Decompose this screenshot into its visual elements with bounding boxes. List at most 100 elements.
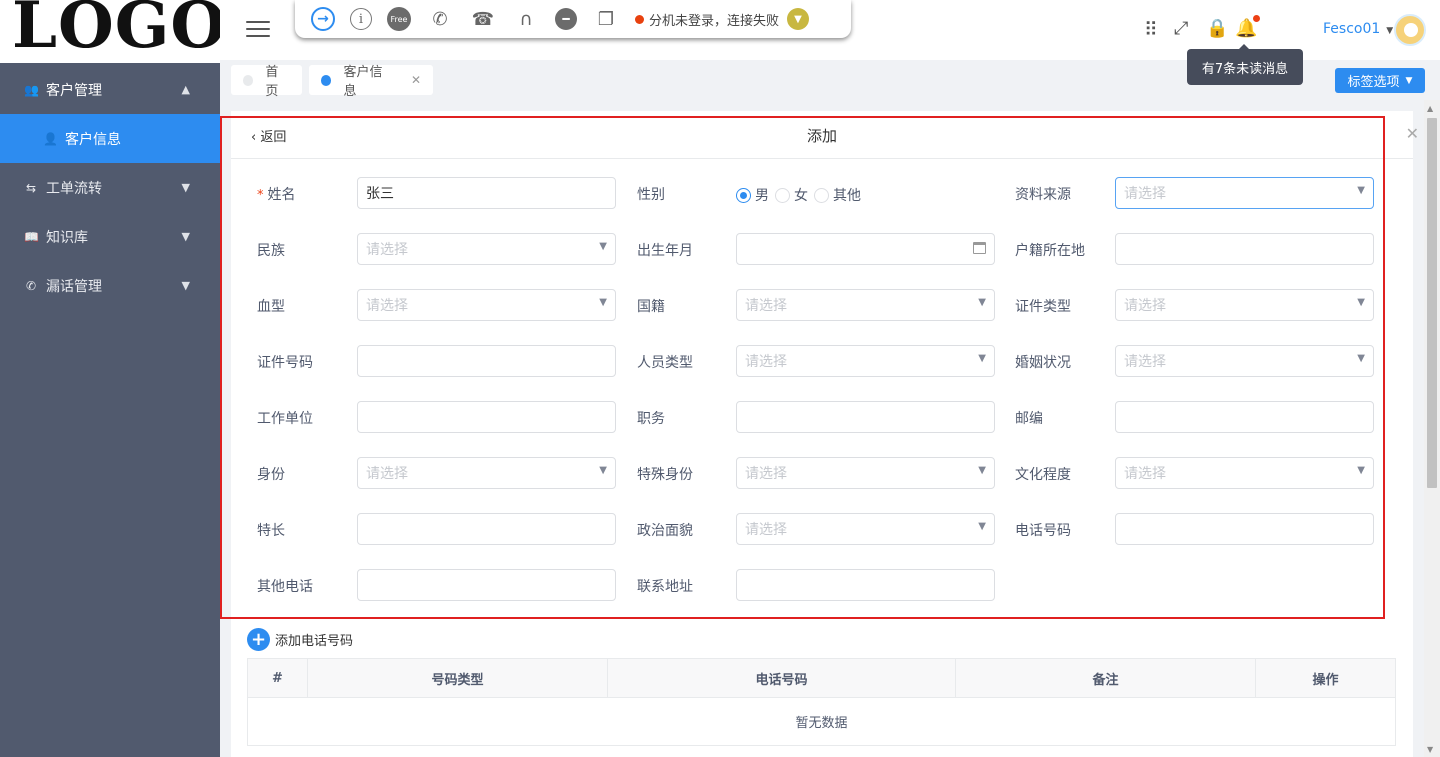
blood-type-select[interactable]: 请选择 ▼ — [357, 289, 616, 321]
notification-badge — [1253, 15, 1260, 22]
person-type-select[interactable]: 请选择 ▼ — [736, 345, 995, 377]
column-header: 号码类型 — [308, 659, 608, 697]
scroll-up-icon[interactable]: ▲ — [1427, 104, 1433, 113]
name-input[interactable]: 张三 — [357, 177, 616, 209]
id-type-select[interactable]: 请选择 ▼ — [1115, 289, 1374, 321]
scroll-down-icon[interactable]: ▼ — [1427, 745, 1433, 754]
address-input[interactable] — [736, 569, 995, 601]
add-phone-label: 添加电话号码 — [275, 634, 354, 649]
table-header: # 号码类型 电话号码 备注 操作 — [248, 659, 1395, 698]
column-header: # — [248, 659, 308, 697]
chevron-down-icon: ▼ — [181, 181, 190, 194]
lock-icon[interactable]: 🔒 — [1206, 18, 1228, 39]
scrollbar-thumb[interactable] — [1427, 118, 1437, 488]
identity-select[interactable]: 请选择 ▼ — [357, 457, 616, 489]
sidebar-item-knowledge-base[interactable]: 📖 知识库 ▼ — [0, 212, 220, 261]
call-icon[interactable]: ✆ — [426, 5, 454, 33]
chevron-down-icon: ▼ — [181, 230, 190, 243]
other-phone-input[interactable] — [357, 569, 616, 601]
headset-icon[interactable]: ∩ — [512, 5, 540, 33]
nationality-label: 国籍 — [637, 296, 665, 316]
political-status-select[interactable]: 请选择 ▼ — [736, 513, 995, 545]
gender-option[interactable]: 女 — [775, 185, 808, 205]
tab-customer-info[interactable]: 客户信息 ✕ — [309, 65, 433, 99]
field-label-text: 出生年月 — [637, 243, 693, 259]
employer-input[interactable] — [357, 401, 616, 433]
birth-date-date-picker[interactable] — [736, 233, 995, 265]
radio-button[interactable] — [814, 187, 829, 203]
apps-grid-icon[interactable]: ⠿ — [1144, 19, 1158, 41]
avatar[interactable] — [1394, 14, 1426, 46]
empty-state: 暂无数据 — [795, 716, 848, 731]
sidebar-item-missed-calls[interactable]: ✆ 漏话管理 ▼ — [0, 261, 220, 310]
gender-option[interactable]: 男 — [736, 185, 769, 205]
logo[interactable]: LOGO — [0, 0, 220, 63]
ethnicity-select[interactable]: 请选择 ▼ — [357, 233, 616, 265]
phone-number-input[interactable] — [1115, 513, 1374, 545]
employer-label: 工作单位 — [257, 408, 313, 428]
select-placeholder: 请选择 — [1124, 298, 1166, 314]
tag-options-button[interactable]: 标签选项 ▼ — [1335, 68, 1425, 93]
address-label: 联系地址 — [637, 576, 693, 596]
tab-dot — [321, 74, 332, 86]
hang-up-icon[interactable]: ━ — [555, 8, 577, 30]
scrollbar[interactable]: ▲ ▼ — [1424, 100, 1440, 757]
user-add-icon: 👤 — [43, 131, 58, 146]
id-number-input[interactable] — [357, 345, 616, 377]
source-select[interactable]: 请选择 ▼ — [1115, 177, 1374, 209]
special-identity-select[interactable]: 请选择 ▼ — [736, 457, 995, 489]
tab-label: 首页 — [265, 65, 279, 99]
header: → i Free ✆ ☎ ∩ ━ ❐ 分机未登录，连接失败 ▼ ⠿ ⤢ 🔒 🔔 … — [220, 0, 1440, 85]
menu-toggle-icon[interactable] — [246, 21, 270, 39]
birth-date-label: 出生年月 — [637, 240, 693, 260]
gender-option[interactable]: 其他 — [814, 185, 861, 205]
add-phone-button[interactable]: + 添加电话号码 — [247, 628, 353, 651]
field-label-text: 特长 — [257, 523, 285, 539]
sidebar-item-label: 知识库 — [46, 229, 88, 246]
flow-icon: ⇆ — [25, 180, 37, 195]
education-select[interactable]: 请选择 ▼ — [1115, 457, 1374, 489]
tab-dot — [243, 74, 254, 86]
chevron-down-icon: ▼ — [599, 465, 607, 476]
id-type-label: 证件类型 — [1015, 296, 1071, 316]
tooltip-text: 有7条未读消息 — [1201, 61, 1289, 77]
specialty-input[interactable] — [357, 513, 616, 545]
select-placeholder: 请选择 — [1124, 354, 1166, 370]
domicile-label: 户籍所在地 — [1015, 240, 1085, 260]
sign-in-icon[interactable]: → — [311, 7, 335, 31]
field-label-text: 国籍 — [637, 299, 665, 315]
close-icon[interactable]: ✕ — [411, 73, 421, 87]
free-status-icon[interactable]: Free — [387, 7, 411, 31]
select-placeholder: 请选择 — [366, 298, 408, 314]
chevron-down-icon[interactable]: ▼ — [787, 8, 810, 30]
info-icon[interactable]: i — [350, 8, 372, 30]
radio-button[interactable] — [775, 187, 790, 203]
user-menu[interactable]: Fesco01 ▼ — [1323, 21, 1393, 37]
domicile-input[interactable] — [1115, 233, 1374, 265]
tab-home[interactable]: 首页 — [231, 65, 302, 99]
column-header: 电话号码 — [608, 659, 956, 697]
chevron-down-icon: ▼ — [599, 297, 607, 308]
position-input[interactable] — [736, 401, 995, 433]
copy-icon[interactable]: ❐ — [592, 5, 620, 33]
postal-code-input[interactable] — [1115, 401, 1374, 433]
chevron-up-icon: ▲ — [181, 83, 190, 96]
extension-status: 分机未登录，连接失败 ▼ — [635, 8, 810, 30]
chevron-down-icon: ▼ — [1357, 185, 1365, 196]
sidebar-item-customer-management[interactable]: 👥 客户管理 ▲ — [0, 65, 220, 114]
caret-down-icon: ▼ — [1386, 26, 1394, 36]
field-label-text: 邮编 — [1015, 411, 1043, 427]
sidebar-item-work-order[interactable]: ⇆ 工单流转 ▼ — [0, 163, 220, 212]
nationality-select[interactable]: 请选择 ▼ — [736, 289, 995, 321]
fullscreen-icon[interactable]: ⤢ — [1174, 18, 1188, 39]
username: Fesco01 — [1323, 21, 1381, 37]
chevron-down-icon: ▼ — [978, 521, 986, 532]
select-placeholder: 请选择 — [366, 242, 408, 258]
radio-button[interactable] — [736, 187, 751, 203]
sidebar-item-customer-info[interactable]: 👤 客户信息 — [0, 114, 220, 163]
transfer-icon[interactable]: ☎ — [469, 5, 497, 33]
sidebar-item-label: 客户管理 — [46, 82, 102, 99]
close-icon[interactable]: ✕ — [1406, 124, 1419, 143]
marital-status-select[interactable]: 请选择 ▼ — [1115, 345, 1374, 377]
sidebar-item-label: 工单流转 — [46, 180, 102, 197]
